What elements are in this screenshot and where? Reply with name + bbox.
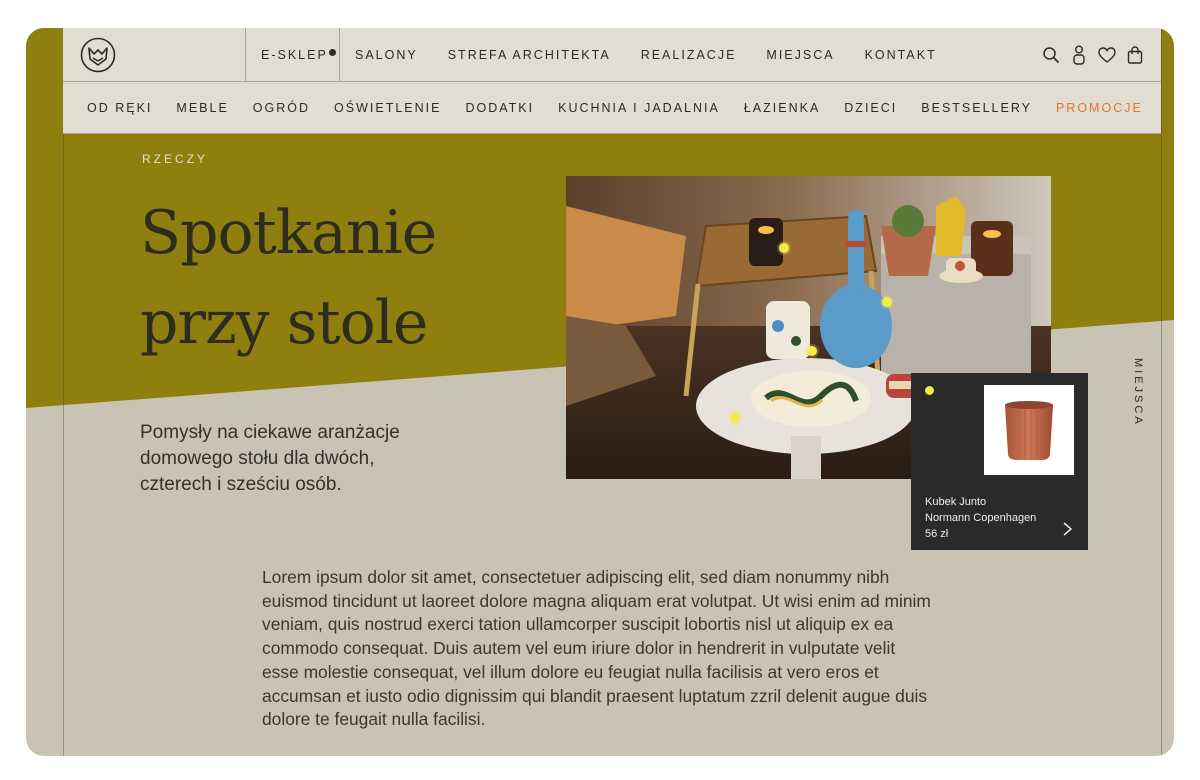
e-shop-badge-icon <box>328 48 336 56</box>
e-shop-link[interactable]: E-SKLEP <box>261 28 336 82</box>
category-bar: OD RĘKI MEBLE OGRÓD OŚWIETLENIE DODATKI … <box>63 82 1161 134</box>
product-hotspot[interactable] <box>882 297 892 307</box>
category-kuchnia-i-jadalnia[interactable]: KUCHNIA I JADALNIA <box>558 101 720 115</box>
article-body: Lorem ipsum dolor sit amet, consectetuer… <box>262 567 931 730</box>
category-ogrod[interactable]: OGRÓD <box>253 101 310 115</box>
nav-item-salony[interactable]: SALONY <box>355 48 418 62</box>
category-dodatki[interactable]: DODATKI <box>465 101 534 115</box>
page-frame: E-SKLEP SALONY STREFA ARCHITEKTA REALIZA… <box>26 28 1174 756</box>
header-icons <box>1041 28 1145 82</box>
product-hotspot[interactable] <box>730 413 740 423</box>
product-brand: Normann Copenhagen <box>925 512 1037 524</box>
category-bestsellery[interactable]: BESTSELLERY <box>921 101 1032 115</box>
side-tab-miejsca[interactable]: MIEJSCA <box>1124 358 1144 438</box>
top-navigation-bar: E-SKLEP SALONY STREFA ARCHITEKTA REALIZA… <box>63 28 1161 82</box>
nav-item-realizacje[interactable]: REALIZACJE <box>641 48 737 62</box>
product-hotspot[interactable] <box>807 346 817 356</box>
page-title: Spotkanie przy stole <box>140 188 560 368</box>
nav-separator <box>339 28 340 82</box>
fox-monogram-logo[interactable] <box>75 32 121 78</box>
bag-icon[interactable] <box>1125 45 1145 65</box>
heart-icon[interactable] <box>1097 45 1117 65</box>
product-hotspot[interactable] <box>925 386 934 395</box>
left-guide-line <box>63 28 64 756</box>
e-shop-label: E-SKLEP <box>261 48 328 62</box>
main-nav: SALONY STREFA ARCHITEKTA REALIZACJE MIEJ… <box>355 28 967 82</box>
product-card[interactable]: Kubek Junto Normann Copenhagen 56 zł <box>911 373 1088 550</box>
category-meble[interactable]: MEBLE <box>176 101 228 115</box>
title-line-1: Spotkanie <box>140 198 437 268</box>
nav-separator <box>245 28 246 82</box>
category-od-reki[interactable]: OD RĘKI <box>87 101 152 115</box>
search-icon[interactable] <box>1041 45 1061 65</box>
product-hotspot[interactable] <box>779 243 789 253</box>
right-guide-line <box>1161 28 1162 756</box>
title-line-2: przy stole <box>140 288 428 358</box>
chevron-right-icon[interactable] <box>1060 521 1074 537</box>
user-icon[interactable] <box>1069 45 1089 65</box>
category-lazienka[interactable]: ŁAZIENKA <box>744 101 820 115</box>
nav-item-kontakt[interactable]: KONTAKT <box>865 48 937 62</box>
nav-item-strefa-architekta[interactable]: STREFA ARCHITEKTA <box>448 48 611 62</box>
category-oswietlenie[interactable]: OŚWIETLENIE <box>334 101 441 115</box>
nav-item-miejsca[interactable]: MIEJSCA <box>766 48 834 62</box>
category-promocje[interactable]: PROMOCJE <box>1056 101 1143 115</box>
product-price: 56 zł <box>925 528 949 540</box>
product-name: Kubek Junto <box>925 496 987 508</box>
category-dzieci[interactable]: DZIECI <box>844 101 897 115</box>
section-eyebrow: RZECZY <box>142 152 208 166</box>
product-thumbnail[interactable] <box>984 385 1074 475</box>
lead-paragraph: Pomysły na ciekawe aranżacje domowego st… <box>140 422 400 495</box>
